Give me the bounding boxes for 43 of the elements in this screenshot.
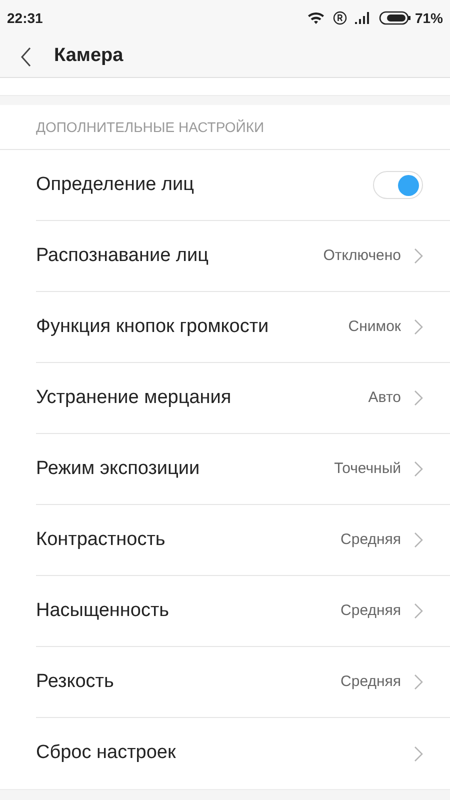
settings-row[interactable]: Контрастность Средняя (36, 505, 450, 576)
settings-row[interactable]: Определение лиц (36, 150, 450, 221)
setting-label: Распознавание лиц (36, 244, 209, 268)
settings-row[interactable]: Резкость Средняя (36, 647, 450, 718)
setting-value: Средняя (340, 600, 401, 621)
chevron-icon (414, 461, 423, 477)
chevron-icon (414, 319, 423, 335)
battery-icon (378, 11, 411, 25)
setting-label: Контрастность (36, 528, 166, 552)
chevron-icon (414, 390, 423, 406)
settings-row[interactable]: Режим экспозиции Точечный (36, 434, 450, 505)
section-title: ДОПОЛНИТЕЛЬНЫЕ НАСТРОЙКИ (36, 118, 264, 137)
settings-row[interactable]: Устранение мерцания Авто (36, 363, 450, 434)
roaming-icon (332, 11, 347, 25)
setting-label: Резкость (36, 670, 114, 694)
battery-percent: 71% (414, 8, 443, 28)
settings-row[interactable]: Насыщенность Средняя (36, 576, 450, 647)
chevron-icon (414, 674, 423, 690)
setting-value: Снимок (348, 316, 401, 337)
settings-row[interactable]: Распознавание лиц Отключено (36, 221, 450, 292)
setting-label: Функция кнопок громкости (36, 314, 269, 339)
wifi-icon (306, 11, 325, 25)
header-title: Камера (54, 44, 124, 68)
settings-row[interactable]: Функция кнопок громкости Снимок (36, 292, 450, 363)
setting-value: Отключено (323, 246, 401, 266)
chevron-icon (414, 746, 423, 762)
toggle-switch[interactable] (373, 171, 423, 199)
setting-value: Авто (368, 388, 401, 408)
signal-icon (354, 12, 371, 24)
setting-label: Режим экспозиции (36, 456, 200, 481)
chevron-icon (414, 603, 423, 619)
setting-label: Сброс настроек (36, 741, 176, 766)
status-time: 22:31 (7, 8, 43, 28)
setting-value: Точечный (334, 458, 401, 479)
chevron-icon (414, 532, 423, 548)
setting-label: Определение лиц (36, 172, 194, 197)
setting-label: Насыщенность (36, 598, 170, 623)
setting-value: Средняя (340, 530, 401, 550)
setting-label: Устранение мерцания (36, 386, 232, 410)
setting-value: Средняя (340, 672, 401, 692)
chevron-icon (414, 248, 423, 264)
settings-row[interactable]: Сброс настроек (36, 718, 450, 789)
back-icon (20, 46, 32, 66)
